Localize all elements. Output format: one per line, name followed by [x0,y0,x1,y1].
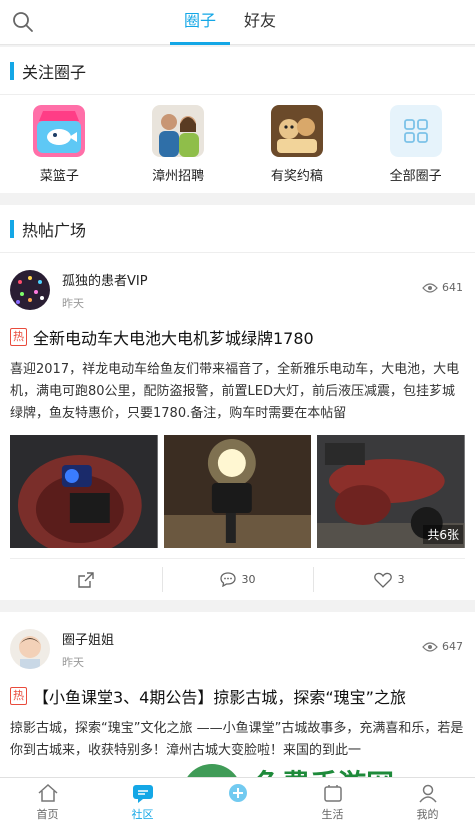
post-photo[interactable] [10,435,158,548]
post-header: 圈子姐姐 昨天 647 [10,624,465,674]
post-title-text: 【小鱼课堂3、4期公告】掠影古城，探索“瑰宝”之旅 [33,688,406,707]
top-bar: 圈子 好友 [0,0,475,45]
post-actions: 30 3 [10,558,465,600]
heart-icon [373,572,392,588]
circle-item-recruitment[interactable]: 漳州招聘 [119,105,238,193]
nav-center[interactable] [190,778,285,824]
section-title: 热帖广场 [22,220,87,240]
comment-count: 30 [241,573,256,586]
bottom-nav: 首页 社区 生活 我的 [0,777,475,824]
circle-label: 漳州招聘 [152,169,205,184]
prize-article-photo [270,105,323,157]
post-time: 昨天 [62,655,84,669]
view-count: 641 [422,281,463,294]
post-photos: 共6张 [10,435,466,548]
section-accent-bar [10,219,14,238]
post-time: 昨天 [62,296,84,310]
like-button[interactable]: 3 [313,559,465,600]
photo-count-badge: 共6张 [423,525,464,544]
circle-label: 菜篮子 [39,169,79,184]
recruitment-photo [152,105,205,157]
tab-friends[interactable]: 好友 [230,0,290,45]
comment-button[interactable]: 30 [161,559,314,600]
divider [0,193,475,205]
hot-badge: 热 [10,687,27,705]
post-header: 孤独的患者VIP 昨天 641 [10,265,465,315]
basket-app-icon [33,105,86,157]
nav-label: 我的 [416,808,439,821]
community-icon [132,785,153,803]
search-icon[interactable] [12,11,34,33]
avatar[interactable] [10,270,50,310]
circle-label: 全部圈子 [389,169,442,184]
comment-icon [219,572,236,587]
section-header: 热帖广场 [0,205,475,253]
plus-icon [228,784,247,802]
section-header: 关注圈子 [0,47,475,95]
username[interactable]: 圈子姐姐 [62,629,114,648]
circle-item-basket[interactable]: 菜篮子 [0,105,119,193]
circle-label: 有奖约稿 [270,169,323,184]
username[interactable]: 孤独的患者VIP [62,270,148,289]
post-photo[interactable]: 共6张 [317,435,466,548]
nav-mine[interactable]: 我的 [380,778,475,824]
post-title[interactable]: 热 【小鱼课堂3、4期公告】掠影古城，探索“瑰宝”之旅 [10,684,465,708]
tab-circles[interactable]: 圈子 [170,0,230,45]
share-button[interactable] [10,559,162,600]
circle-list: 菜篮子 漳州招聘 有奖约稿 全部圈子 [0,95,475,193]
hot-badge: 热 [10,328,27,346]
circle-item-prize-article[interactable]: 有奖约稿 [238,105,357,193]
post-excerpt[interactable]: 喜迎2017，祥龙电动车给鱼友们带来福音了，全新雅乐电动车，大电池，大电机，满电… [10,359,465,425]
eye-icon [422,641,438,652]
post-title-text: 全新电动车大电池大电机芗城绿牌1780 [33,329,314,348]
share-icon [78,571,94,588]
post-excerpt[interactable]: 掠影古城，探索“瑰宝”文化之旅 ——小鱼课堂”古城故事多，充满喜和乐，若是你到古… [10,718,465,784]
view-count: 647 [422,640,463,653]
hot-posts-section: 热帖广场 [0,205,475,253]
avatar[interactable] [10,629,50,669]
post-photo[interactable] [163,435,312,548]
life-icon [323,785,342,802]
nav-label: 社区 [131,808,154,821]
post-title[interactable]: 热 全新电动车大电池大电机芗城绿牌1780 [10,325,465,349]
nav-community[interactable]: 社区 [95,778,190,824]
nav-life[interactable]: 生活 [285,778,380,824]
home-icon [38,783,57,802]
view-count-value: 641 [442,281,463,294]
circle-item-all[interactable]: 全部圈子 [356,105,475,193]
like-count: 3 [397,573,405,586]
user-icon [418,784,437,803]
divider [0,600,475,612]
nav-label: 生活 [321,808,344,821]
post-card[interactable]: 圈子姐姐 昨天 647 热 【小鱼课堂3、4期公告】掠影古城，探索“瑰宝”之旅 … [0,612,475,784]
post-card[interactable]: 孤独的患者VIP 昨天 641 热 全新电动车大电池大电机芗城绿牌1780 喜迎… [0,253,475,600]
grid-icon [389,105,442,157]
section-accent-bar [10,61,14,80]
nav-label: 首页 [36,808,59,821]
section-title: 关注圈子 [22,62,87,82]
followed-circles-section: 关注圈子 菜篮子 漳州招聘 有奖约稿 全部圈子 [0,47,475,193]
eye-icon [422,282,438,293]
nav-home[interactable]: 首页 [0,778,95,824]
top-tabs: 圈子 好友 [170,0,290,45]
view-count-value: 647 [442,640,463,653]
